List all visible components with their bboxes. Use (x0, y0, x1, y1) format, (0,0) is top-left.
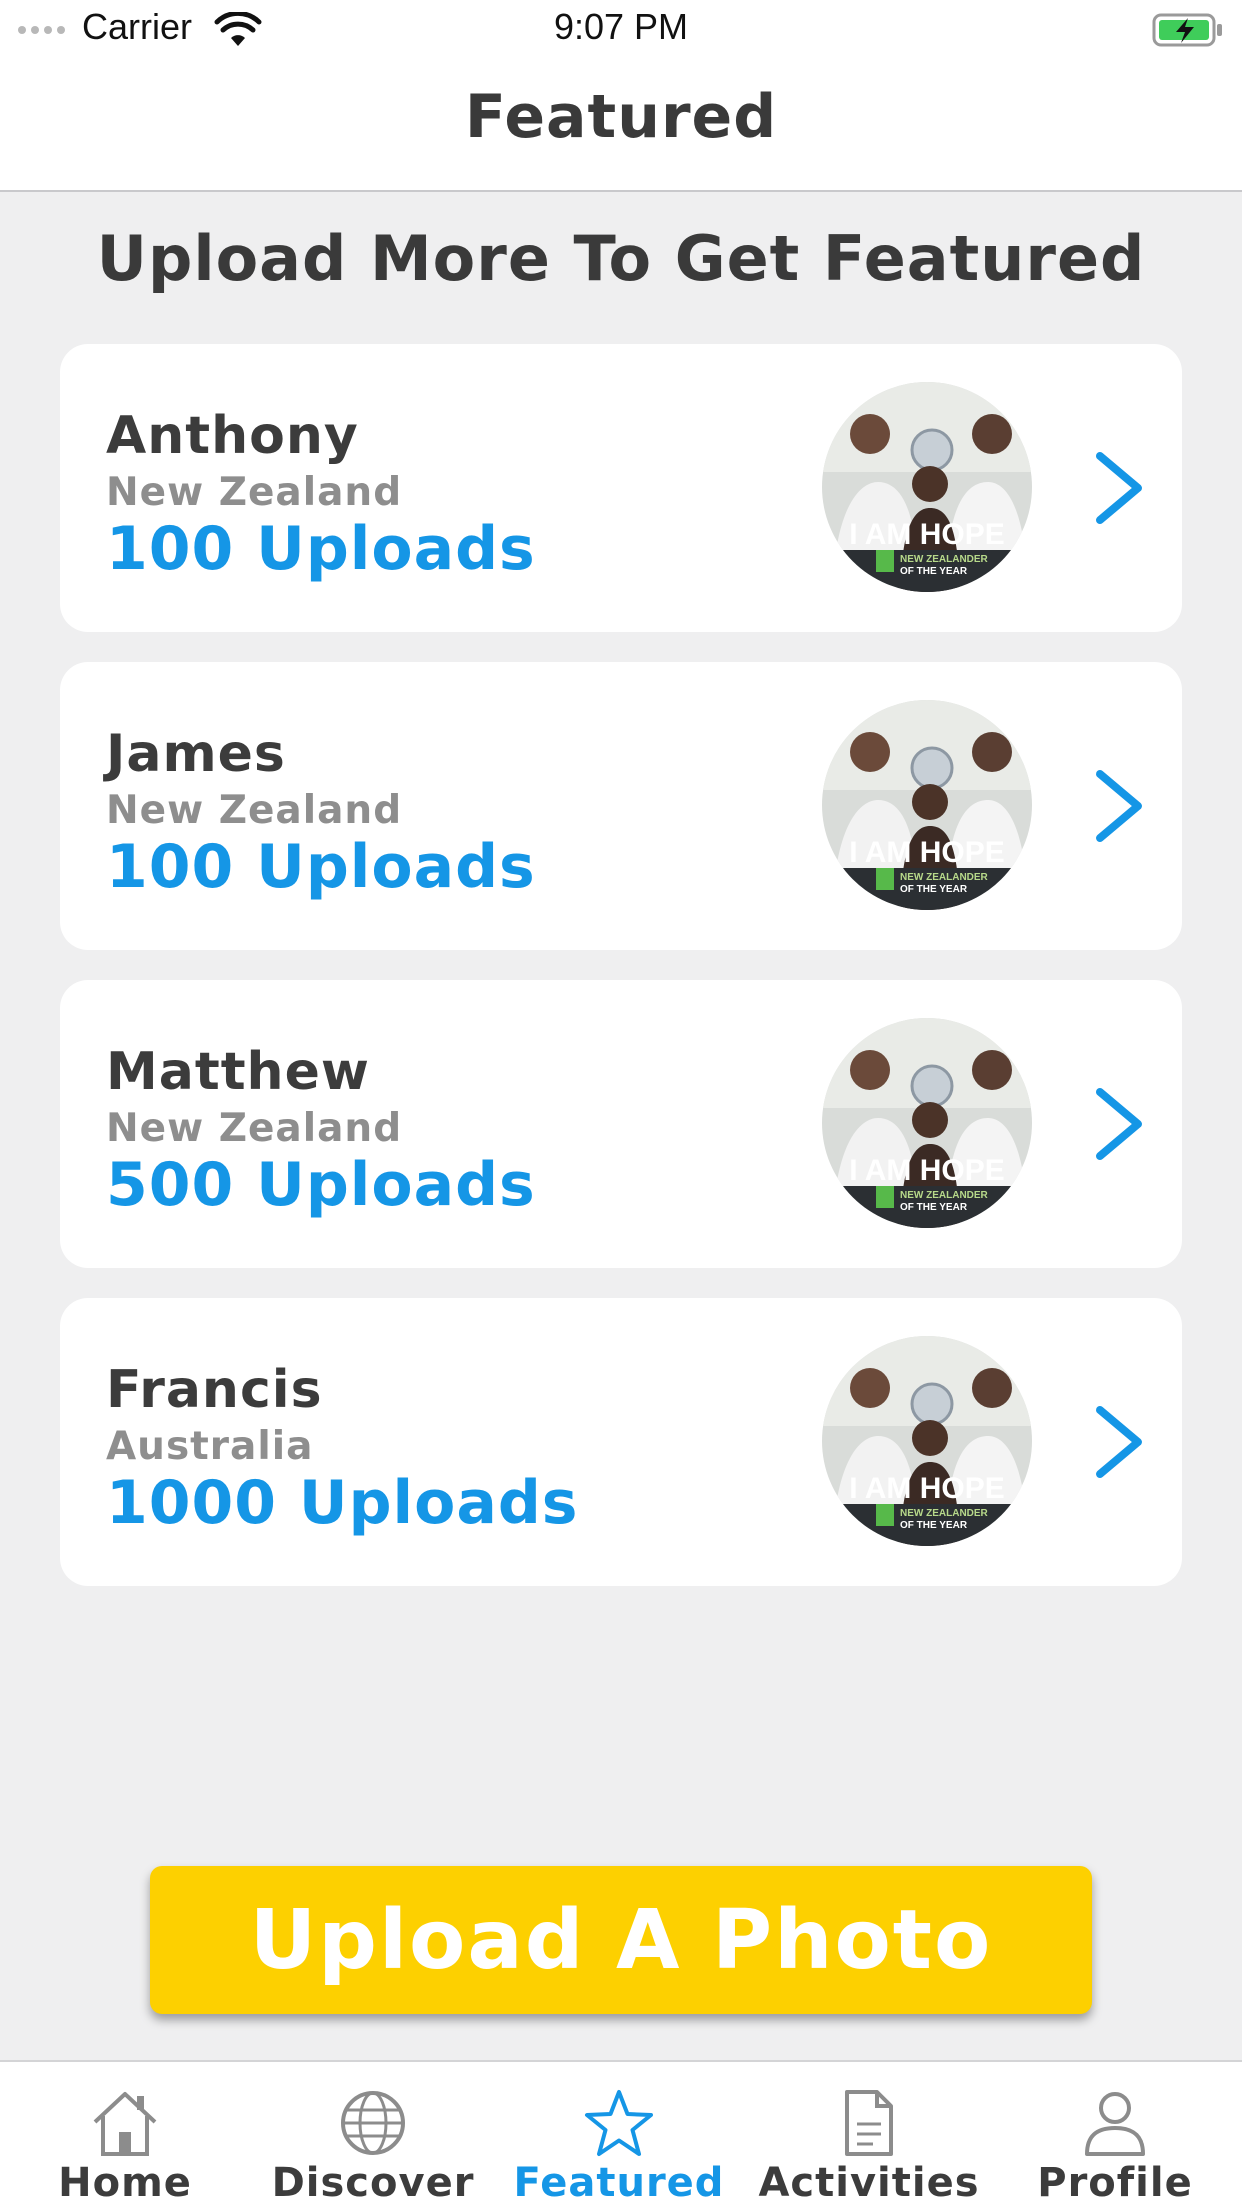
chevron-right-icon[interactable] (1090, 1404, 1150, 1480)
section-heading: Upload More To Get Featured (96, 222, 1146, 295)
chevron-right-icon[interactable] (1090, 1086, 1150, 1162)
featured-user-card[interactable]: Francis Australia 1000 Uploads I AM HOPE… (60, 1298, 1182, 1586)
photo-caption-line2: OF THE YEAR (900, 1520, 968, 1531)
user-name: Francis (106, 1360, 323, 1420)
user-country: New Zealand (106, 470, 403, 515)
tab-activities[interactable]: Activities (754, 2088, 984, 2206)
photo-artwork: I AM HOPE NEW ZEALANDEROF THE YEAR (822, 1336, 1032, 1546)
upload-count: 100 Uploads (106, 514, 536, 584)
user-country: New Zealand (106, 1106, 403, 1151)
chevron-right-icon[interactable] (1090, 768, 1150, 844)
upload-count: 1000 Uploads (106, 1468, 579, 1538)
star-icon (585, 2090, 653, 2156)
photo-caption-line1: NEW ZEALANDER (900, 1190, 989, 1201)
featured-user-list: Anthony New Zealand 100 Uploads I AM HOP… (60, 344, 1182, 1616)
upload-photo-button[interactable]: Upload A Photo (150, 1866, 1092, 2014)
navigation-bar: Featured (0, 60, 1242, 192)
photo-artwork: I AM HOPE NEW ZEALANDEROF THE YEAR (822, 1018, 1032, 1228)
tab-featured[interactable]: Featured (504, 2088, 734, 2206)
chevron-right-icon[interactable] (1090, 450, 1150, 526)
featured-user-card[interactable]: Matthew New Zealand 500 Uploads I AM HOP… (60, 980, 1182, 1268)
photo-caption-line2: OF THE YEAR (900, 884, 968, 895)
clock: 9:07 PM (553, 6, 689, 47)
photo-banner-text: I AM HOPE (849, 1472, 1005, 1505)
tab-profile[interactable]: Profile (1000, 2088, 1230, 2206)
user-photo[interactable]: I AM HOPE NEW ZEALANDER OF THE YEAR (822, 1018, 1032, 1228)
tab-label: Featured (513, 2160, 725, 2206)
status-bar: Carrier 9:07 PM (0, 0, 1242, 60)
photo-caption-line2: OF THE YEAR (900, 1202, 968, 1213)
user-country: Australia (106, 1424, 314, 1469)
user-name: Anthony (106, 406, 359, 466)
upload-count: 500 Uploads (106, 1150, 536, 1220)
tab-label: Discover (271, 2160, 475, 2206)
photo-artwork: I AM HOPE NEW ZEALANDEROF THE YEAR (822, 382, 1032, 592)
person-icon (1085, 2092, 1145, 2156)
user-name: James (106, 724, 286, 784)
user-photo[interactable]: I AM HOPE NEW ZEALANDER OF THE YEAR (822, 382, 1032, 592)
featured-user-card[interactable]: Anthony New Zealand 100 Uploads I AM HOP… (60, 344, 1182, 632)
photo-caption-line1: NEW ZEALANDER (900, 1508, 989, 1519)
tab-label: Home (58, 2160, 192, 2206)
tab-label: Profile (1037, 2160, 1193, 2206)
battery-charging-icon (1152, 13, 1222, 47)
user-photo[interactable]: I AM HOPE NEW ZEALANDER OF THE YEAR (822, 700, 1032, 910)
photo-caption-line1: NEW ZEALANDER (900, 554, 989, 565)
photo-caption-line1: NEW ZEALANDER (900, 872, 989, 883)
page-title: Featured (464, 82, 778, 152)
featured-user-card[interactable]: James New Zealand 100 Uploads I AM HOPE N… (60, 662, 1182, 950)
user-country: New Zealand (106, 788, 403, 833)
tab-home[interactable]: Home (10, 2088, 240, 2206)
user-name: Matthew (106, 1042, 370, 1102)
home-icon (93, 2092, 157, 2156)
photo-caption-line2: OF THE YEAR (900, 566, 968, 577)
photo-banner-text: I AM HOPE (849, 1154, 1005, 1187)
tab-bar: Home Discover Featured Activities Profil… (0, 2060, 1242, 2208)
user-photo[interactable]: I AM HOPE NEW ZEALANDER OF THE YEAR (822, 1336, 1032, 1546)
tab-discover[interactable]: Discover (258, 2088, 488, 2206)
photo-artwork: I AM HOPE NEW ZEALANDEROF THE YEAR (822, 700, 1032, 910)
photo-banner-text: I AM HOPE (849, 518, 1005, 551)
tab-label: Activities (758, 2160, 980, 2206)
upload-count: 100 Uploads (106, 832, 536, 902)
globe-icon (341, 2091, 405, 2155)
document-icon (845, 2090, 893, 2156)
photo-banner-text: I AM HOPE (849, 836, 1005, 869)
